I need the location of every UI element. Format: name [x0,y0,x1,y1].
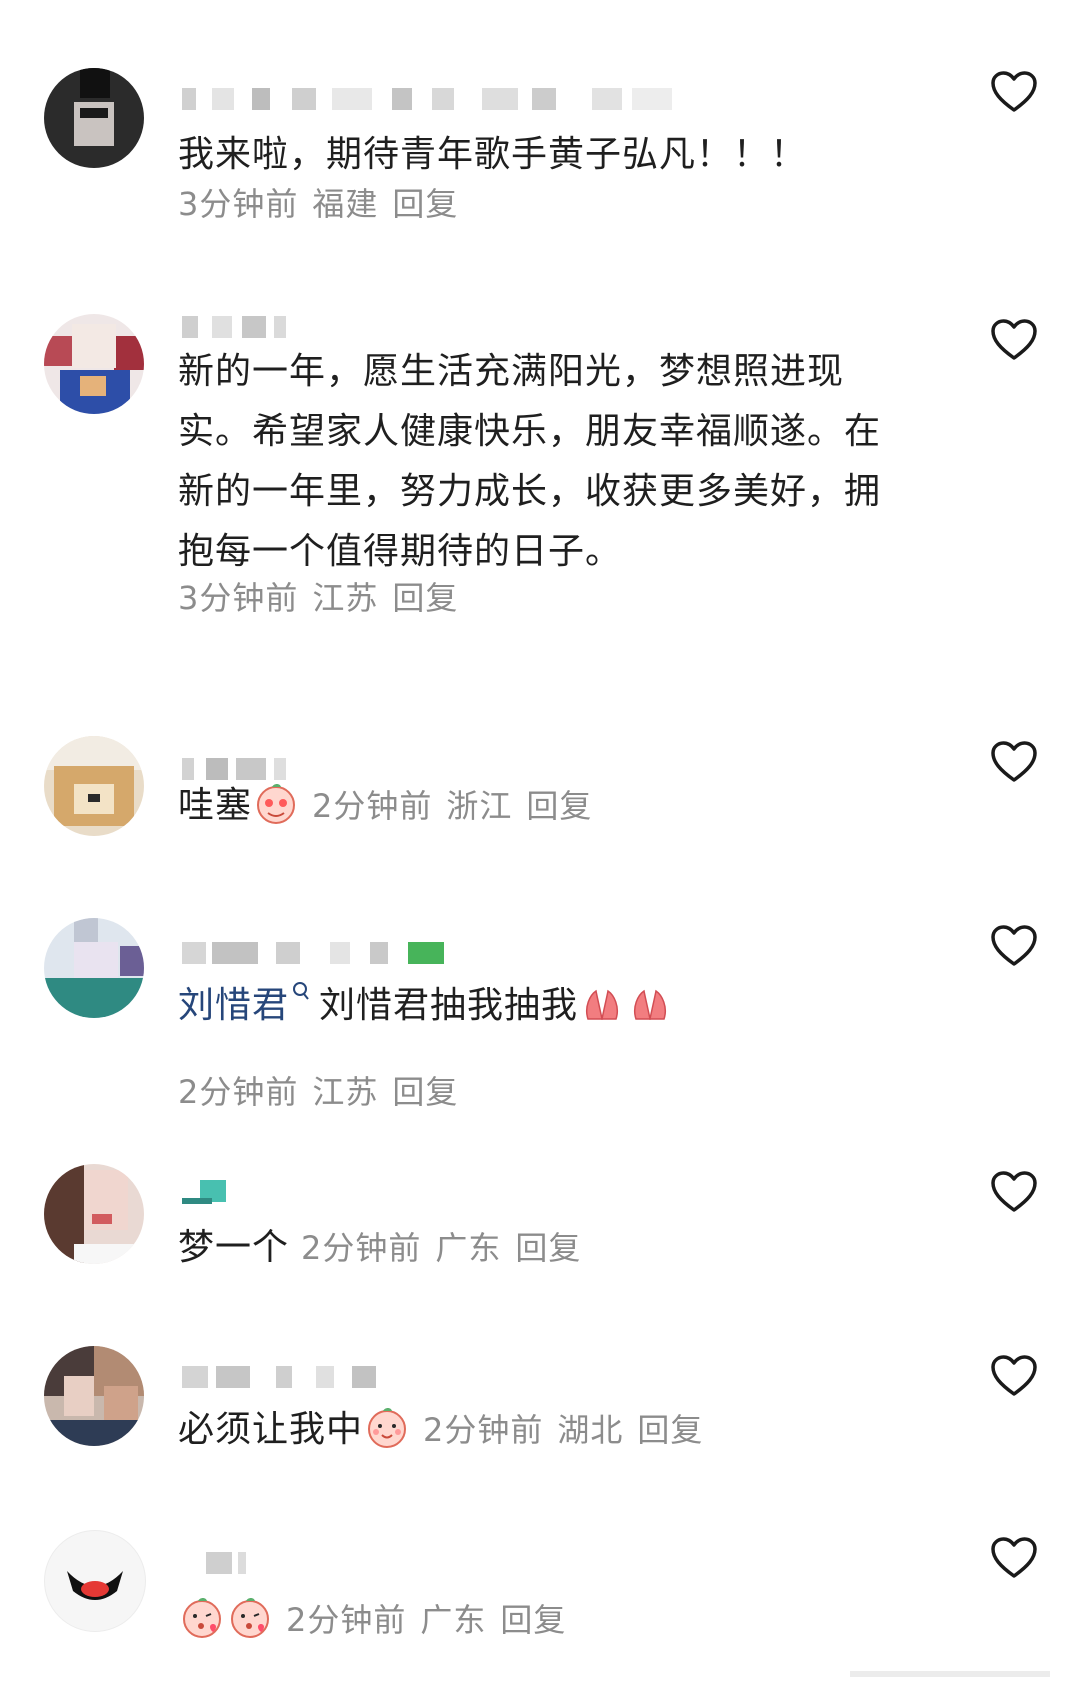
comment-location: 广东 [420,1601,487,1639]
comment-time: 2分钟前 [312,787,433,825]
peach-blush-emoji-icon [257,784,296,824]
comment-time: 2分钟前 [286,1601,407,1639]
heart-outline-icon[interactable] [990,1354,1038,1398]
comment-text: 梦一个 2分钟前 广东 回复 [178,1218,938,1278]
comment-time: 2分钟前 [301,1229,422,1267]
reply-button[interactable]: 回复 [515,1229,581,1267]
heart-outline-icon[interactable] [990,924,1038,968]
praying-hands-emoji-icon [586,989,619,1020]
reply-button[interactable]: 回复 [526,787,592,825]
comment-text: 哇塞 2分钟前 浙江 回复 [178,776,938,836]
heart-outline-icon[interactable] [990,1536,1038,1580]
comment-text: 必须让我中 2分钟前 湖北 回复 [178,1400,938,1460]
comment-text: 2分钟前 广东 回复 [178,1590,938,1650]
heart-outline-icon[interactable] [990,70,1038,114]
watermark-blur [850,1664,1050,1677]
comment-location: 湖北 [557,1411,624,1449]
avatar[interactable] [44,314,144,414]
comment-meta: 2分钟前 广东 回复 [301,1229,595,1267]
reply-button[interactable]: 回复 [392,1073,458,1111]
search-icon[interactable] [291,981,311,1003]
comment-content: 梦一个 [178,1227,290,1268]
comment-time: 2分钟前 [423,1411,544,1449]
avatar[interactable] [44,1346,144,1446]
avatar[interactable] [44,68,144,168]
avatar[interactable] [44,1530,146,1632]
comment-location: 浙江 [446,787,513,825]
reply-button[interactable]: 回复 [392,185,458,223]
comment-meta: 2分钟前 广东 回复 [286,1601,580,1639]
comment-content: 必须让我中 [178,1409,364,1450]
reply-button[interactable]: 回复 [637,1411,703,1449]
smiley-avatar-icon [67,1571,123,1600]
reply-button[interactable]: 回复 [500,1601,566,1639]
comment-text: 刘惜君 刘惜君抽我抽我 [178,976,938,1036]
comment-meta: 2分钟前 江苏 回复 [178,1070,472,1114]
watermark-icon [850,1671,1050,1677]
comment-meta: 2分钟前 湖北 回复 [423,1411,717,1449]
comment-text: 我来啦，期待青年歌手黄子弘凡！！！ [178,134,808,175]
mention-link[interactable]: 刘惜君 [178,985,289,1026]
comment-time: 2分钟前 [178,1073,299,1111]
comment-location: 广东 [435,1229,502,1267]
comment-text: 新的一年，愿生活充满阳光，梦想照进现实。希望家人健康快乐，朋友幸福顺遂。在新的一… [178,351,882,572]
heart-outline-icon[interactable] [990,1170,1038,1214]
comment-time: 3分钟前 [178,185,299,223]
avatar[interactable] [44,918,144,1018]
comment-content: 哇塞 [178,785,253,826]
comment-location: 江苏 [312,1073,379,1111]
comment-location: 福建 [312,185,379,223]
comment-meta: 2分钟前 浙江 回复 [312,787,606,825]
peach-kiss-emoji-icon [183,1598,221,1638]
comment-location: 江苏 [312,579,379,617]
heart-outline-icon[interactable] [990,318,1038,362]
avatar[interactable] [44,736,144,836]
comment-meta: 3分钟前 江苏 回复 [178,576,472,620]
avatar[interactable] [44,1164,144,1264]
praying-hands-emoji-icon [634,989,667,1020]
peach-kiss-emoji-icon [231,1598,269,1638]
comment-content: 刘惜君抽我抽我 [319,985,579,1026]
reply-button[interactable]: 回复 [392,579,458,617]
comment-time: 3分钟前 [178,579,299,617]
comment-meta: 3分钟前 福建 回复 [178,182,472,226]
peach-smile-emoji-icon [368,1408,407,1448]
heart-outline-icon[interactable] [990,740,1038,784]
